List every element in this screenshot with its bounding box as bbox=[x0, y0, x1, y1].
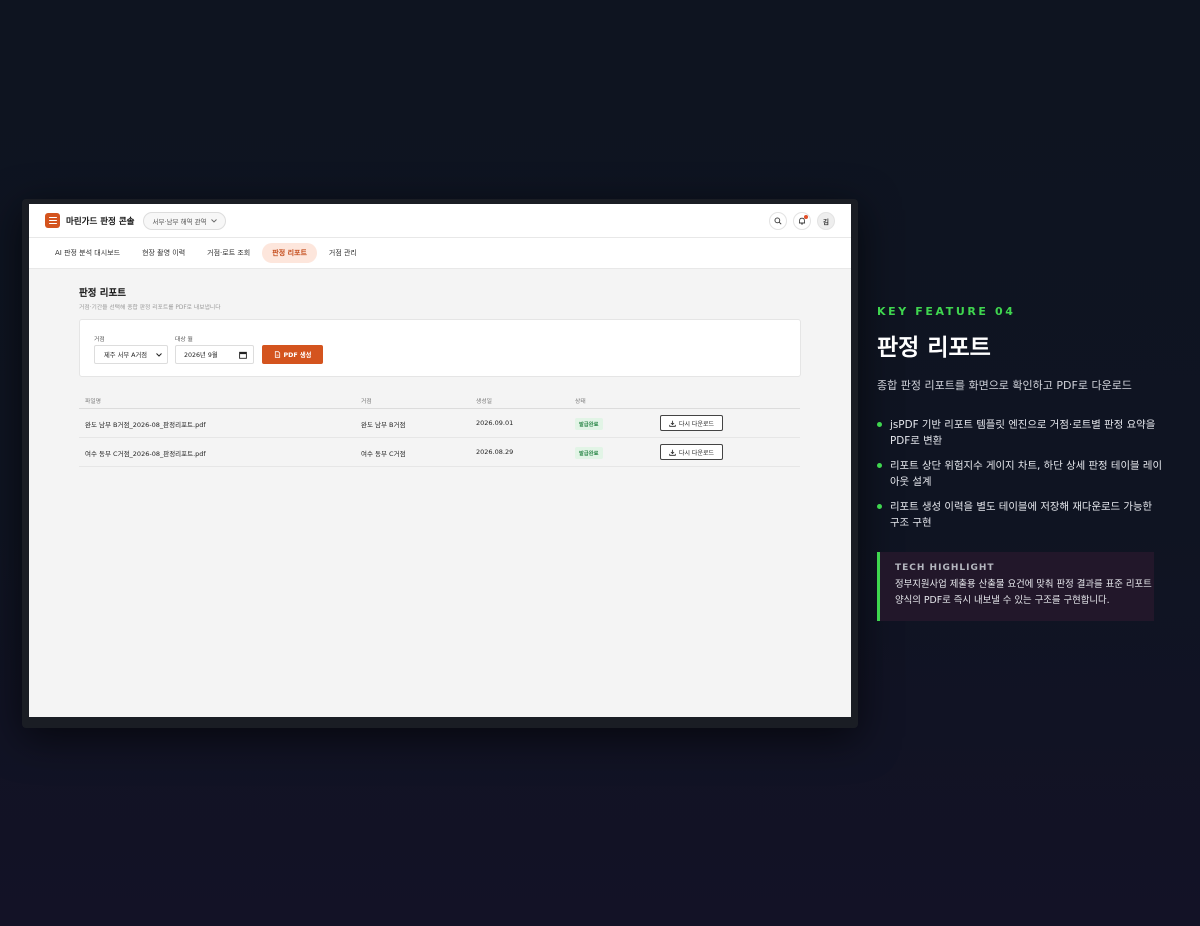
search-icon bbox=[774, 217, 782, 225]
avatar[interactable]: 김 bbox=[817, 212, 835, 230]
tech-highlight-box: TECH HIGHLIGHT 정부지원사업 제출용 산출물 요건에 맞춰 판정 … bbox=[877, 552, 1154, 621]
table-row: 완도 남부 B거점_2026-08_판정리포트.pdf 완도 남부 B거점 20… bbox=[79, 409, 800, 438]
tech-highlight-title: TECH HIGHLIGHT bbox=[895, 563, 995, 573]
menu-icon[interactable] bbox=[45, 213, 60, 228]
month-picker[interactable]: 2026년 9월 bbox=[175, 345, 254, 364]
row-filename: 완도 남부 B거점_2026-08_판정리포트.pdf bbox=[85, 421, 206, 429]
notification-button[interactable] bbox=[793, 212, 811, 230]
document-icon bbox=[274, 351, 280, 358]
app-title: 마린가드 판정 콘솔 bbox=[66, 216, 135, 227]
row-date: 2026.08.29 bbox=[476, 448, 514, 456]
download-icon bbox=[669, 449, 676, 456]
col-created-date: 생성일 bbox=[476, 399, 492, 405]
row-site: 여수 동부 C거점 bbox=[361, 450, 406, 458]
feature-bullet: 리포트 생성 이력을 별도 테이블에 저장해 재다운로드 가능한 구조 구현 bbox=[877, 499, 1162, 531]
row-site: 완도 남부 B거점 bbox=[361, 421, 406, 429]
tab-capture-history[interactable]: 현장 촬영 이력 bbox=[132, 243, 195, 263]
app-header: 마린가드 판정 콘솔 서부·남부 해역 관역 김 bbox=[29, 204, 851, 238]
feature-description: 종합 판정 리포트를 화면으로 확인하고 PDF로 다운로드 bbox=[877, 379, 1132, 392]
row-date: 2026.09.01 bbox=[476, 419, 514, 427]
page-title: 판정 리포트 bbox=[79, 288, 127, 299]
pdf-generate-button[interactable]: PDF 생성 bbox=[262, 345, 323, 364]
tab-site-management[interactable]: 거점 관리 bbox=[319, 243, 367, 263]
month-picker-value: 2026년 9월 bbox=[184, 352, 218, 359]
row-filename: 여수 동부 C거점_2026-08_판정리포트.pdf bbox=[85, 450, 206, 458]
chevron-down-icon bbox=[156, 353, 162, 357]
redownload-button[interactable]: 다시 다운로드 bbox=[660, 444, 723, 460]
redownload-label: 다시 다운로드 bbox=[678, 420, 715, 428]
col-site: 거점 bbox=[361, 399, 372, 405]
main-content: 판정 리포트 거점·기간을 선택해 종합 판정 리포트를 PDF로 내보냅니다 … bbox=[29, 269, 851, 467]
report-table: 파일명 거점 생성일 상태 완도 남부 B거점_2026-08_판정리포트.pd… bbox=[79, 393, 800, 467]
region-selector[interactable]: 서부·남부 해역 관역 bbox=[143, 211, 226, 230]
search-button[interactable] bbox=[769, 212, 787, 230]
site-label: 거점 bbox=[94, 337, 105, 343]
site-select[interactable]: 제주 서부 A거점 bbox=[94, 345, 168, 364]
notification-dot bbox=[804, 215, 808, 219]
feature-tag: KEY FEATURE 04 bbox=[877, 305, 1016, 318]
col-filename: 파일명 bbox=[85, 399, 101, 405]
tech-highlight-body: 정부지원사업 제출용 산출물 요건에 맞춰 판정 결과를 표준 리포트 양식의 … bbox=[895, 579, 1152, 606]
table-row: 여수 동부 C거점_2026-08_판정리포트.pdf 여수 동부 C거점 20… bbox=[79, 438, 800, 467]
main-nav: AI 판정 분석 대시보드 현장 촬영 이력 거점·로트 조회 판정 리포트 거… bbox=[29, 238, 851, 269]
month-label: 대상 월 bbox=[175, 337, 193, 343]
status-badge: 발급완료 bbox=[575, 418, 603, 430]
app-window: 마린가드 판정 콘솔 서부·남부 해역 관역 김 AI 판정 분석 대시보드 현… bbox=[29, 204, 851, 717]
table-header: 파일명 거점 생성일 상태 bbox=[79, 393, 800, 409]
feature-bullet-list: jsPDF 기반 리포트 템플릿 엔진으로 거점·로트별 판정 요약을 PDF로… bbox=[877, 417, 1162, 540]
site-select-value: 제주 서부 A거점 bbox=[104, 352, 148, 359]
calendar-icon[interactable] bbox=[239, 351, 247, 359]
tab-site-lot-lookup[interactable]: 거점·로트 조회 bbox=[197, 243, 260, 263]
feature-title: 판정 리포트 bbox=[877, 335, 991, 361]
redownload-button[interactable]: 다시 다운로드 bbox=[660, 415, 723, 431]
status-badge: 발급완료 bbox=[575, 447, 603, 459]
redownload-label: 다시 다운로드 bbox=[678, 449, 715, 457]
col-status: 상태 bbox=[575, 399, 586, 405]
pdf-generate-label: PDF 생성 bbox=[283, 352, 312, 359]
page-subtitle: 거점·기간을 선택해 종합 판정 리포트를 PDF로 내보냅니다 bbox=[79, 305, 221, 311]
download-icon bbox=[669, 420, 676, 427]
filter-card: 거점 대상 월 제주 서부 A거점 2026년 9월 PDF 생성 bbox=[79, 319, 801, 377]
tab-judgment-report[interactable]: 판정 리포트 bbox=[262, 243, 317, 263]
tab-ai-dashboard[interactable]: AI 판정 분석 대시보드 bbox=[45, 243, 130, 263]
feature-bullet: jsPDF 기반 리포트 템플릿 엔진으로 거점·로트별 판정 요약을 PDF로… bbox=[877, 417, 1162, 449]
feature-bullet: 리포트 상단 위험지수 게이지 차트, 하단 상세 판정 테이블 레이아웃 설계 bbox=[877, 458, 1162, 490]
chevron-down-icon bbox=[210, 218, 217, 223]
region-label: 서부·남부 해역 관역 bbox=[152, 217, 207, 226]
